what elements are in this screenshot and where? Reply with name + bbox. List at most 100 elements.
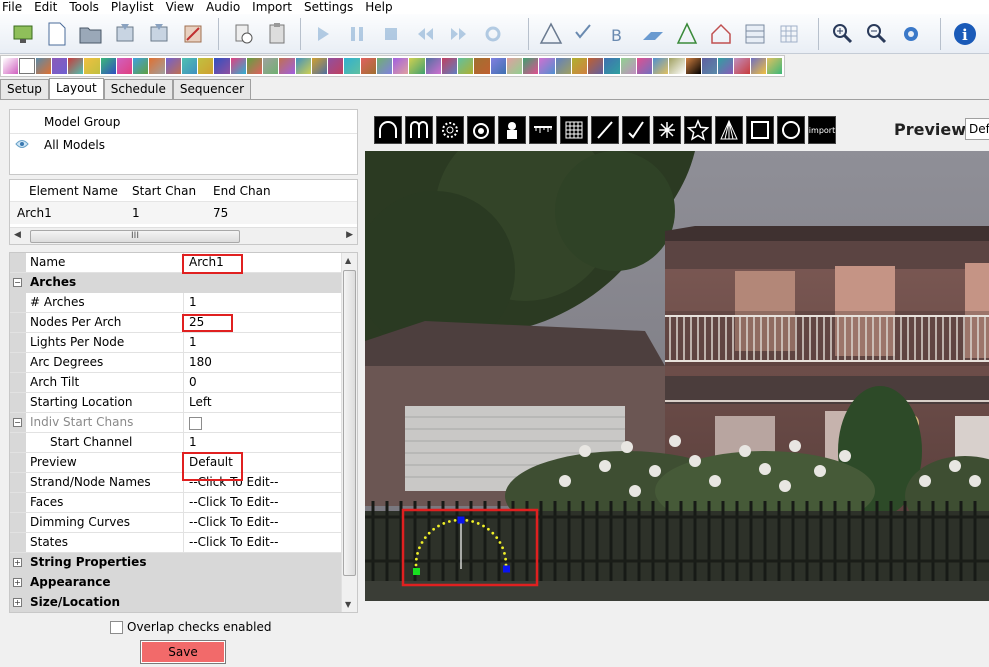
zoom-in-icon[interactable]	[830, 21, 856, 47]
scroll-thumb[interactable]	[343, 270, 356, 576]
menu-playlist[interactable]: Playlist	[111, 0, 154, 14]
save-button[interactable]: Save	[140, 640, 226, 664]
effect-icon[interactable]	[766, 58, 783, 74]
menu-audio[interactable]: Audio	[206, 0, 240, 14]
effect-icon[interactable]	[555, 58, 571, 74]
horizontal-scrollbar[interactable]: ◀ III ▶	[10, 227, 357, 244]
menu-view[interactable]: View	[166, 0, 194, 14]
element-row[interactable]: Arch1 1 75	[10, 202, 357, 224]
effect-icon[interactable]	[263, 58, 279, 74]
effect-icon[interactable]	[181, 58, 198, 74]
effect-icon[interactable]	[409, 58, 425, 74]
prop-value[interactable]	[184, 413, 357, 432]
expand-icon[interactable]: +	[13, 558, 22, 567]
effect-icon[interactable]	[474, 58, 490, 74]
prop-row-arc-degrees[interactable]: Arc Degrees 180	[10, 353, 357, 373]
house-icon[interactable]	[708, 21, 734, 47]
settings-icon[interactable]	[898, 21, 924, 47]
effect-icon[interactable]	[35, 58, 51, 74]
candy-cane-icon[interactable]	[405, 116, 433, 144]
effect-icon[interactable]	[653, 58, 669, 74]
tree-icon[interactable]	[674, 21, 700, 47]
category-string-properties[interactable]: + String Properties	[10, 553, 357, 573]
effect-icon[interactable]	[295, 58, 311, 74]
menu-file[interactable]: File	[2, 0, 22, 14]
effect-icon[interactable]	[116, 58, 133, 74]
effect-icon[interactable]	[84, 58, 100, 74]
effect-icon[interactable]	[523, 58, 539, 74]
effect-icon[interactable]	[344, 58, 360, 74]
icicles-icon[interactable]	[529, 116, 557, 144]
tab-schedule[interactable]: Schedule	[103, 79, 173, 99]
play-icon[interactable]	[310, 21, 336, 47]
arch-icon[interactable]	[374, 116, 402, 144]
effect-icon[interactable]	[750, 58, 766, 74]
effect-icon[interactable]	[3, 58, 19, 74]
clean-icon[interactable]	[180, 21, 206, 47]
scroll-down-icon[interactable]: ▼	[345, 600, 351, 609]
vertical-scrollbar[interactable]: ▲ ▼	[341, 253, 357, 612]
tab-sequencer[interactable]: Sequencer	[172, 79, 252, 99]
scroll-right-icon[interactable]: ▶	[346, 230, 353, 240]
scroll-left-icon[interactable]: ◀	[14, 230, 21, 240]
ring-icon[interactable]	[777, 116, 805, 144]
rewind-icon[interactable]	[412, 21, 438, 47]
effect-icon[interactable]	[311, 58, 328, 74]
effect-icon[interactable]	[165, 58, 181, 74]
effect-icon[interactable]	[669, 58, 685, 74]
category-arches[interactable]: − Arches	[10, 273, 357, 293]
zoom-out-icon[interactable]	[864, 21, 890, 47]
effect-icon[interactable]	[620, 58, 636, 74]
effect-icon[interactable]	[133, 58, 149, 74]
prop-value[interactable]: 180	[184, 353, 357, 372]
rename-icon[interactable]: B	[606, 21, 632, 47]
effect-icon[interactable]	[718, 58, 734, 74]
open-icon[interactable]	[78, 21, 104, 47]
prop-row-num-arches[interactable]: # Arches 1	[10, 293, 357, 313]
save-icon[interactable]	[112, 21, 138, 47]
prop-value[interactable]: Left	[184, 393, 357, 412]
column-element-name[interactable]: Element Name	[10, 180, 120, 201]
prop-row-start-channel[interactable]: Start Channel 1	[10, 433, 357, 453]
effect-icon[interactable]	[198, 58, 214, 74]
star-figure-icon[interactable]	[498, 116, 526, 144]
effect-icon[interactable]	[328, 58, 344, 74]
effect-icon[interactable]	[246, 58, 263, 74]
expand-icon[interactable]: +	[13, 578, 22, 587]
schedule-icon[interactable]	[230, 21, 256, 47]
effect-icon[interactable]	[425, 58, 441, 74]
effect-icon[interactable]	[214, 58, 230, 74]
circle-icon[interactable]	[436, 116, 464, 144]
overlap-checks[interactable]: Overlap checks enabled	[110, 619, 271, 634]
category-appearance[interactable]: + Appearance	[10, 573, 357, 593]
prop-row-lights-per-node[interactable]: Lights Per Node 1	[10, 333, 357, 353]
effect-icon[interactable]	[539, 58, 555, 74]
polyline-icon[interactable]	[622, 116, 650, 144]
prop-value[interactable]: 1	[184, 433, 357, 452]
save-as-icon[interactable]	[146, 21, 172, 47]
effect-icon[interactable]	[588, 58, 604, 74]
prop-row-faces[interactable]: Faces --Click To Edit--	[10, 493, 357, 513]
wand-icon[interactable]	[572, 21, 598, 47]
menu-edit[interactable]: Edit	[34, 0, 57, 14]
menu-help[interactable]: Help	[365, 0, 392, 14]
line-icon[interactable]	[591, 116, 619, 144]
effect-icon[interactable]	[100, 58, 116, 74]
scroll-thumb[interactable]: III	[30, 230, 240, 243]
effect-icon[interactable]	[51, 58, 68, 74]
tab-setup[interactable]: Setup	[0, 79, 49, 99]
start-handle[interactable]	[413, 568, 420, 575]
expand-icon[interactable]: +	[13, 598, 22, 607]
stop-icon[interactable]	[378, 21, 404, 47]
overlap-checkbox[interactable]	[110, 621, 123, 634]
grid-icon[interactable]	[742, 21, 768, 47]
prop-row-arch-tilt[interactable]: Arch Tilt 0	[10, 373, 357, 393]
square-icon[interactable]	[746, 116, 774, 144]
collapse-icon[interactable]: −	[13, 418, 22, 427]
effect-icon[interactable]	[734, 58, 750, 74]
info-icon[interactable]: i	[952, 21, 978, 47]
preview-select[interactable]: Def	[965, 118, 989, 140]
menu-import[interactable]: Import	[252, 0, 292, 14]
effect-icon[interactable]	[393, 58, 409, 74]
category-size-location[interactable]: + Size/Location	[10, 593, 357, 612]
